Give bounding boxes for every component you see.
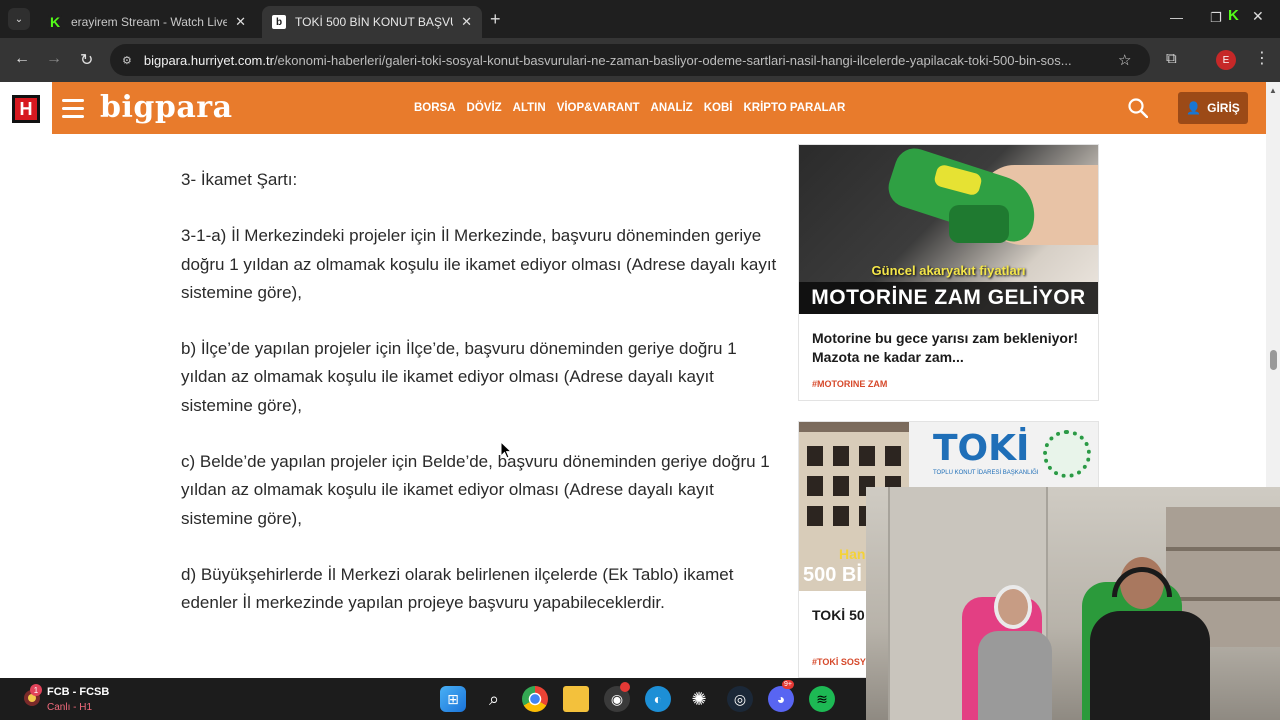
minimize-icon[interactable]: — (1170, 10, 1183, 25)
extensions-icon[interactable]: ⧉ (1166, 50, 1177, 67)
article-paragraph: b) İlçe’de yapılan projeler için İlçe’de… (181, 339, 737, 415)
chrome-icon[interactable] (522, 686, 548, 712)
windows-taskbar: 1 FCB - FCSB Canlı - H1 ⊞ ⌕ ◉ ◐ ✺ ◎ ◕ 9+ … (0, 678, 866, 720)
image-subtitle: Güncel akaryakıt fiyatları (871, 263, 1026, 278)
discord-badge: 9+ (782, 680, 794, 689)
tab-bigpara-article[interactable]: b TOKİ 500 BİN KONUT BAŞVURU ✕ (262, 6, 482, 38)
article-heading: 3- İkamet Şartı: (181, 170, 298, 189)
scroll-up-icon[interactable]: ▲ (1269, 86, 1277, 95)
left-strip (0, 82, 52, 678)
fuel-nozzle-image: Güncel akaryakıt fiyatları MOTORİNE ZAM … (799, 145, 1098, 314)
url-host: bigpara.hurriyet.com.tr (143, 52, 274, 68)
image-text: 500 Bİ (803, 564, 862, 586)
nav-item-kripto[interactable]: KRİPTO PARALAR (743, 102, 845, 114)
login-label: GİRİŞ (1207, 101, 1240, 115)
bigpara-b-icon: b (272, 15, 286, 29)
card-title[interactable]: Motorine bu gece yarısı zam bekleniyor! … (812, 329, 1087, 367)
article-body: 3- İkamet Şartı: 3-1-a) İl Merkezindeki … (181, 166, 781, 646)
kick-extension-icon[interactable]: K (1228, 7, 1239, 24)
nav-item-viop[interactable]: VİOP&VARANT (557, 102, 640, 114)
widget-live-text: Canlı - H1 (47, 702, 93, 713)
streamer-woman (978, 585, 1052, 720)
webcam-overlay (866, 487, 1280, 720)
edge-icon[interactable]: ◐ (645, 686, 671, 712)
taskbar-apps: ⊞ ⌕ ◉ ◐ ✺ ◎ ◕ 9+ ≋ (440, 680, 835, 712)
bigpara-logo[interactable]: bigpara (100, 90, 233, 125)
reload-icon[interactable]: ↻ (80, 50, 93, 70)
search-icon[interactable] (1128, 98, 1148, 118)
search-icon[interactable]: ⌕ (481, 686, 507, 712)
toki-logo: TOKİ (933, 428, 1030, 469)
new-tab-icon[interactable]: + (490, 9, 501, 30)
toki-seal-icon (1043, 430, 1091, 478)
login-button[interactable]: 👤 GİRİŞ (1178, 92, 1248, 124)
nav-item-borsa[interactable]: BORSA (414, 102, 456, 114)
back-icon[interactable]: ← (14, 50, 30, 68)
hurriyet-logo[interactable]: H (12, 95, 40, 123)
user-icon: 👤 (1186, 101, 1202, 115)
article-paragraph: 3-1-a) İl Merkezindeki projeler için İl … (181, 226, 777, 302)
tab-close-icon[interactable]: ✕ (235, 14, 246, 30)
forward-icon[interactable]: → (46, 50, 62, 68)
tab-title: erayirem Stream - Watch Live o (71, 15, 228, 29)
nav-item-kobi[interactable]: KOBİ (704, 102, 733, 114)
toki-logo-sub: TOPLU KONUT İDARESİ BAŞKANLIĞI (933, 470, 1039, 476)
mouse-cursor-icon (500, 441, 512, 459)
widget-badge: 1 (30, 684, 42, 696)
nav-item-doviz[interactable]: DÖVİZ (467, 102, 502, 114)
widget-match-text[interactable]: FCB - FCSB (47, 686, 109, 698)
image-headline: MOTORİNE ZAM GELİYOR (799, 282, 1098, 314)
url-path: /ekonomi-haberleri/galeri-toki-sosyal-ko… (273, 52, 1072, 68)
site-info-icon[interactable]: ⚙ (122, 54, 132, 67)
streamer-man (1090, 557, 1210, 720)
close-icon[interactable]: ✕ (1252, 8, 1264, 25)
site-header: bigpara BORSA DÖVİZ ALTIN VİOP&VARANT AN… (52, 82, 1266, 134)
article-paragraph: d) Büyükşehirlerde İl Merkezi olarak bel… (181, 564, 734, 613)
url-text: bigpara.hurriyet.com.tr/ekonomi-haberler… (144, 53, 1104, 68)
browser-toolbar: ← → ↻ ⚙ bigpara.hurriyet.com.tr/ekonomi-… (0, 38, 1280, 82)
steam-icon[interactable]: ◎ (727, 686, 753, 712)
news-card-motorine[interactable]: Güncel akaryakıt fiyatları MOTORİNE ZAM … (798, 144, 1099, 401)
windows-start-icon[interactable]: ⊞ (440, 686, 466, 712)
kick-icon: K (48, 14, 62, 30)
obs-icon[interactable]: ◉ (604, 682, 630, 712)
tab-title: TOKİ 500 BİN KONUT BAŞVURU (295, 15, 453, 29)
article-paragraph: c) Belde’de yapılan projeler için Belde’… (181, 452, 770, 528)
tab-close-icon[interactable]: ✕ (461, 14, 472, 30)
tab-search-icon[interactable]: ⌄ (8, 8, 30, 30)
browser-tabstrip: ⌄ K erayirem Stream - Watch Live o ✕ b T… (0, 0, 1280, 38)
tab-kick-stream[interactable]: K erayirem Stream - Watch Live o ✕ (38, 6, 256, 38)
card-tag[interactable]: #MOTORINE ZAM (812, 379, 887, 389)
screen: ⌄ K erayirem Stream - Watch Live o ✕ b T… (0, 0, 1280, 720)
hamburger-menu-icon[interactable] (62, 99, 84, 118)
card-tag[interactable]: #TOKİ SOSY (812, 657, 866, 667)
bookmark-star-icon[interactable]: ☆ (1118, 51, 1131, 69)
address-bar[interactable]: ⚙ bigpara.hurriyet.com.tr/ekonomi-haberl… (110, 44, 1150, 76)
nav-item-altin[interactable]: ALTIN (513, 102, 546, 114)
restore-icon[interactable]: ❐ (1210, 10, 1222, 26)
spotify-icon[interactable]: ≋ (809, 686, 835, 712)
chatgpt-icon[interactable]: ✺ (686, 686, 712, 712)
profile-avatar[interactable]: E (1216, 50, 1236, 70)
nav-item-analiz[interactable]: ANALİZ (651, 102, 693, 114)
scrollbar-thumb[interactable] (1270, 350, 1277, 370)
browser-menu-icon[interactable]: ⋮ (1254, 48, 1270, 68)
main-nav: BORSA DÖVİZ ALTIN VİOP&VARANT ANALİZ KOB… (414, 102, 845, 114)
discord-icon[interactable]: ◕ 9+ (768, 680, 794, 712)
file-explorer-icon[interactable] (563, 686, 589, 712)
